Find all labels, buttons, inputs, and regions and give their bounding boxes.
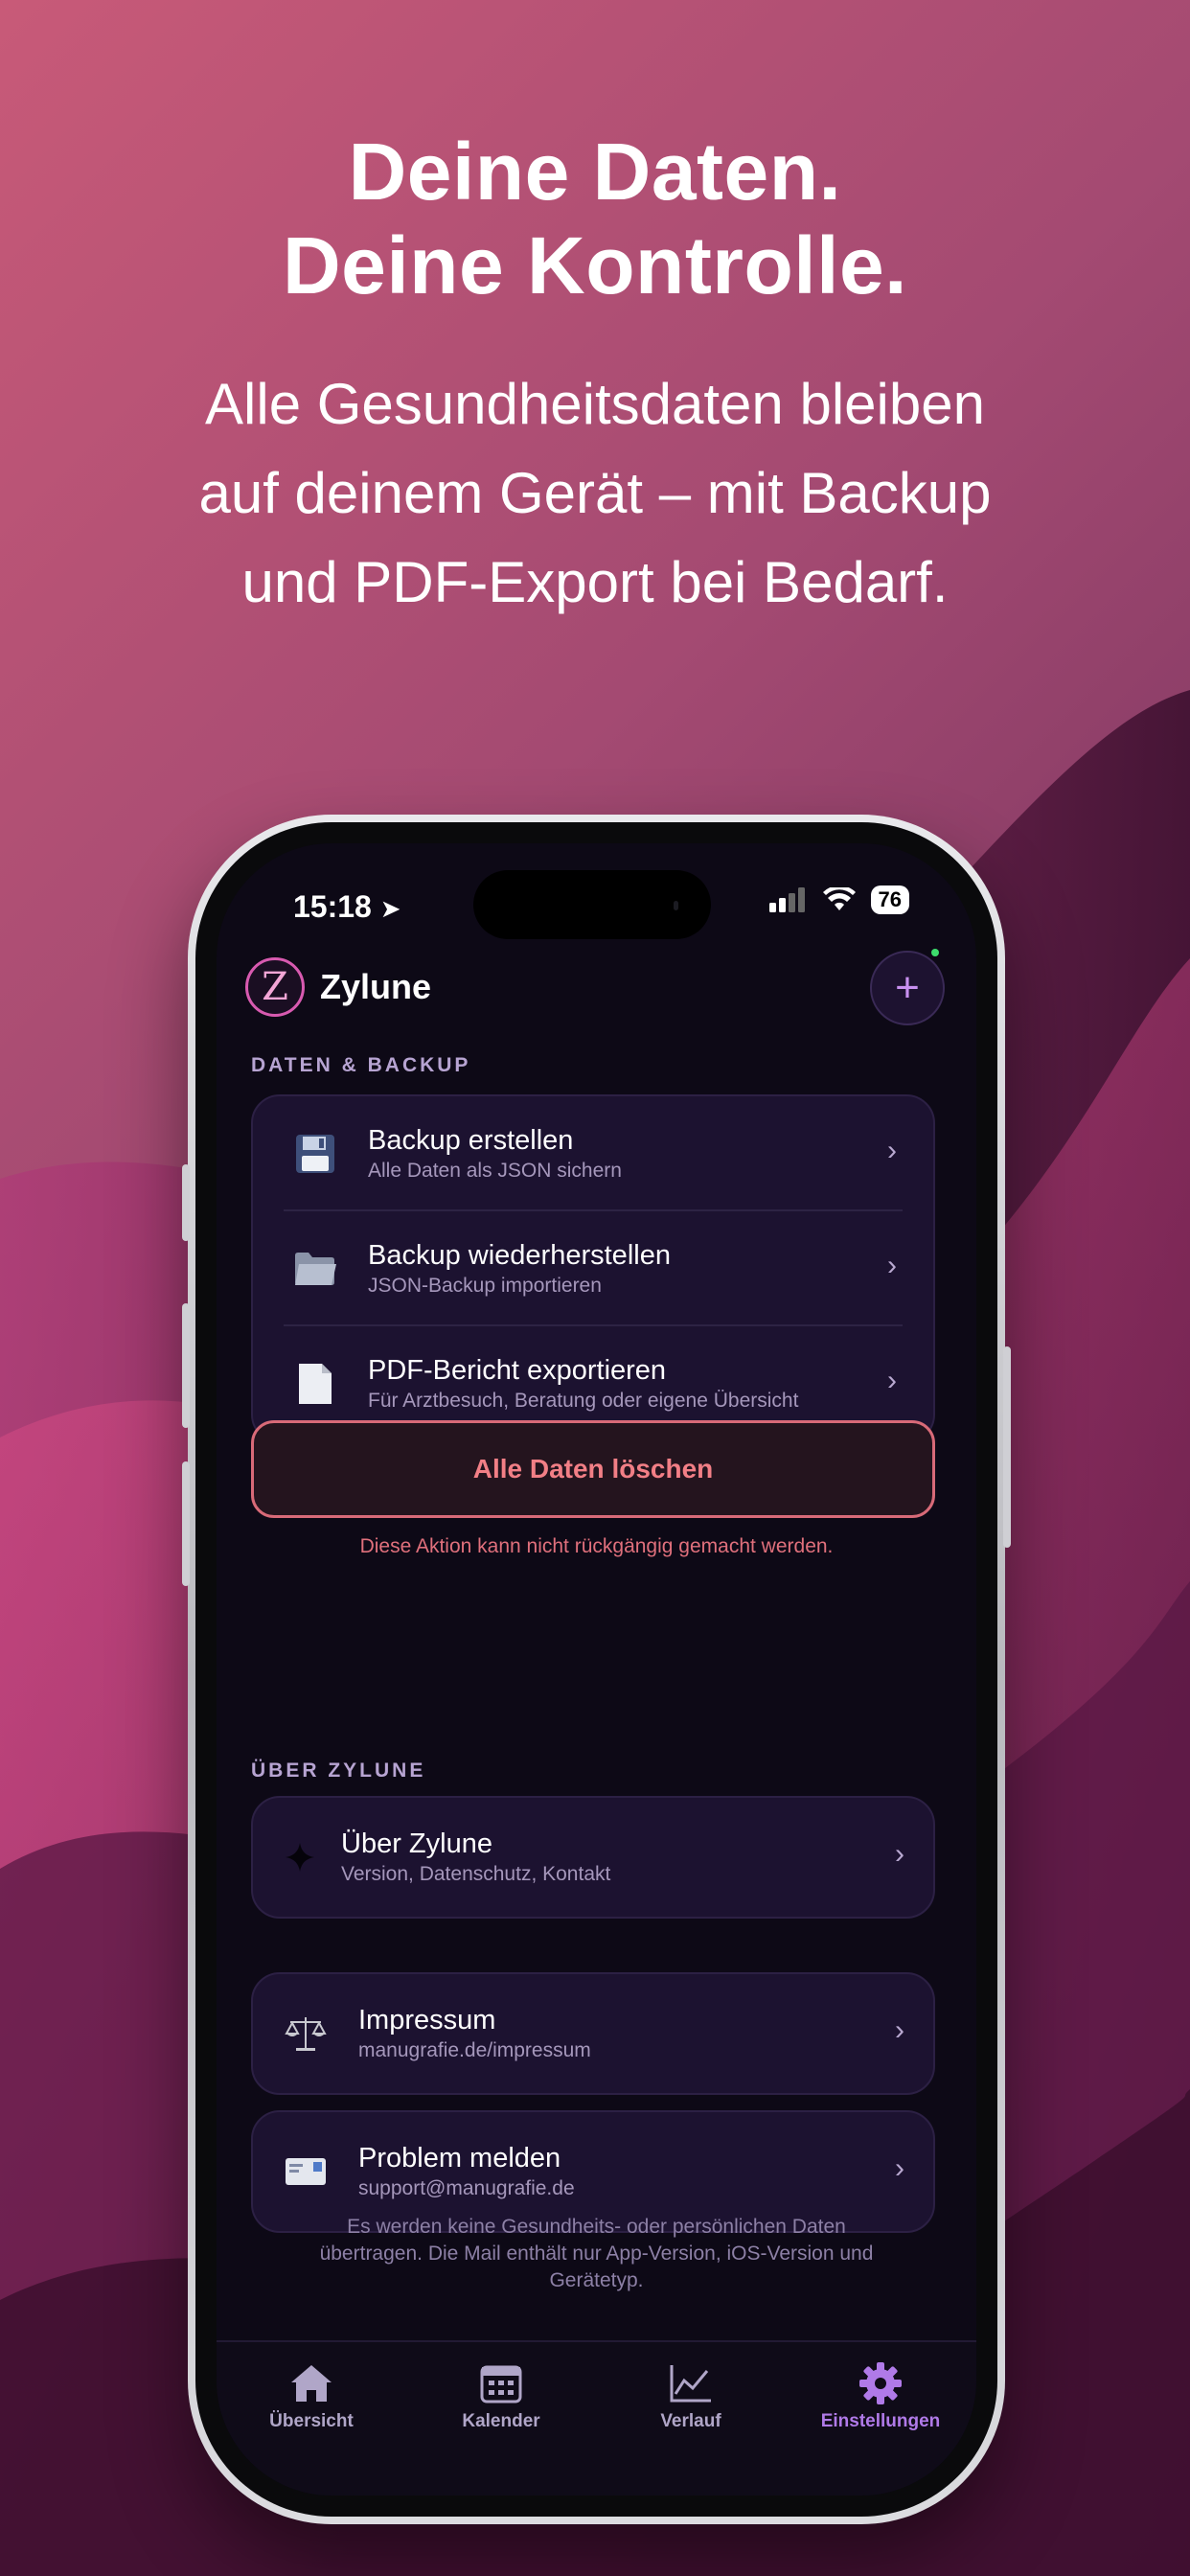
- app-header: Z Zylune +: [245, 949, 945, 1025]
- pdf-export-title: PDF-Bericht exportieren: [368, 1355, 667, 1386]
- about-title: Über Zylune: [341, 1828, 492, 1859]
- tab-calendar-label: Kalender: [462, 2411, 540, 2431]
- chevron-right-icon: ›: [895, 2152, 904, 2184]
- wifi-icon: [822, 887, 856, 910]
- tab-overview-label: Übersicht: [269, 2411, 354, 2431]
- subline-line-1: Alle Gesundheitsdaten bleiben: [205, 372, 985, 436]
- chevron-right-icon: ›: [887, 1250, 897, 1281]
- plus-icon: +: [895, 964, 920, 1011]
- calendar-icon: [406, 2359, 596, 2407]
- sparkle-icon: [276, 1833, 324, 1881]
- battery-indicator: 76: [870, 886, 909, 914]
- floppy-disk-icon: [291, 1130, 339, 1178]
- app-logo: Z: [245, 957, 305, 1017]
- privacy-note: Es werden keine Gesundheits- oder persön…: [319, 2216, 874, 2291]
- indicator-dot: [931, 949, 939, 956]
- about-row[interactable]: Über Zylune Version, Datenschutz, Kontak…: [253, 1798, 933, 1917]
- imprint-card: Impressum manugrafie.de/impressum ›: [251, 1972, 935, 2095]
- chart-line-icon: [596, 2359, 786, 2407]
- dynamic-island: [473, 870, 711, 939]
- backup-create-row[interactable]: Backup erstellen Alle Daten als JSON sic…: [253, 1096, 933, 1211]
- backup-restore-subtitle: JSON-Backup importieren: [368, 1275, 602, 1297]
- tab-history-label: Verlauf: [660, 2411, 721, 2431]
- tab-settings-label: Einstellungen: [820, 2411, 941, 2431]
- tab-overview[interactable]: Übersicht: [217, 2359, 406, 2432]
- chevron-right-icon: ›: [887, 1135, 897, 1166]
- chevron-right-icon: ›: [887, 1365, 897, 1396]
- location-arrow-icon: ➤: [379, 894, 401, 923]
- headline-line-1: Deine Daten.: [348, 126, 842, 217]
- backup-create-subtitle: Alle Daten als JSON sichern: [368, 1160, 622, 1182]
- subline-line-2: auf deinem Gerät – mit Backup: [198, 461, 992, 525]
- phone-power-button: [1003, 1346, 1011, 1548]
- section-label-about: ÜBER ZYLUNE: [251, 1760, 426, 1782]
- report-problem-subtitle: support@manugrafie.de: [358, 2177, 575, 2199]
- phone-volume-up: [182, 1303, 190, 1428]
- subline-line-3: und PDF-Export bei Bedarf.: [241, 550, 949, 614]
- backup-restore-row[interactable]: Backup wiederherstellen JSON-Backup impo…: [253, 1211, 933, 1326]
- tab-settings[interactable]: Einstellungen: [786, 2359, 975, 2432]
- chevron-right-icon: ›: [895, 2014, 904, 2046]
- phone-frame: 15:18 ➤ 76 Z Zylune + DATEN & BACKUP Bac…: [182, 815, 1011, 2524]
- add-button[interactable]: +: [870, 949, 945, 1025]
- delete-all-data-button[interactable]: Alle Daten löschen: [251, 1420, 935, 1518]
- phone-action-button: [182, 1164, 190, 1241]
- status-time: 15:18 ➤: [293, 889, 401, 924]
- about-subtitle: Version, Datenschutz, Kontakt: [341, 1863, 611, 1885]
- scales-icon: [282, 2010, 330, 2058]
- imprint-subtitle: manugrafie.de/impressum: [358, 2039, 591, 2061]
- tab-bar: Übersicht Kalender Verlauf Einstellungen: [217, 2340, 976, 2496]
- envelope-icon: [282, 2148, 330, 2196]
- promo-headline: Deine Daten. Deine Kontrolle.: [0, 125, 1190, 312]
- app-title: Zylune: [320, 967, 432, 1006]
- folder-icon: [291, 1245, 339, 1293]
- data-backup-card: Backup erstellen Alle Daten als JSON sic…: [251, 1094, 935, 1443]
- about-card: Über Zylune Version, Datenschutz, Kontak…: [251, 1796, 935, 1919]
- headline-line-2: Deine Kontrolle.: [282, 220, 908, 310]
- document-icon: [291, 1360, 339, 1408]
- backup-create-title: Backup erstellen: [368, 1125, 574, 1156]
- status-indicators: 76: [768, 886, 909, 914]
- cellular-signal-icon: [768, 887, 805, 912]
- section-label-data-backup: DATEN & BACKUP: [251, 1054, 471, 1076]
- house-icon: [217, 2359, 406, 2407]
- backup-restore-title: Backup wiederherstellen: [368, 1240, 671, 1271]
- app-screen: 15:18 ➤ 76 Z Zylune + DATEN & BACKUP Bac…: [217, 843, 976, 2496]
- imprint-title: Impressum: [358, 2005, 496, 2036]
- gear-icon: [786, 2359, 975, 2407]
- pdf-export-subtitle: Für Arztbesuch, Beratung oder eigene Übe…: [368, 1390, 799, 1412]
- report-problem-title: Problem melden: [358, 2143, 561, 2174]
- tab-history[interactable]: Verlauf: [596, 2359, 786, 2432]
- chevron-right-icon: ›: [895, 1838, 904, 1870]
- tab-calendar[interactable]: Kalender: [406, 2359, 596, 2432]
- phone-volume-down: [182, 1461, 190, 1586]
- imprint-row[interactable]: Impressum manugrafie.de/impressum ›: [253, 1974, 933, 2093]
- delete-warning-note: Diese Aktion kann nicht rückgängig gemac…: [359, 1535, 834, 1557]
- promo-subline: Alle Gesundheitsdaten bleiben auf deinem…: [96, 359, 1094, 627]
